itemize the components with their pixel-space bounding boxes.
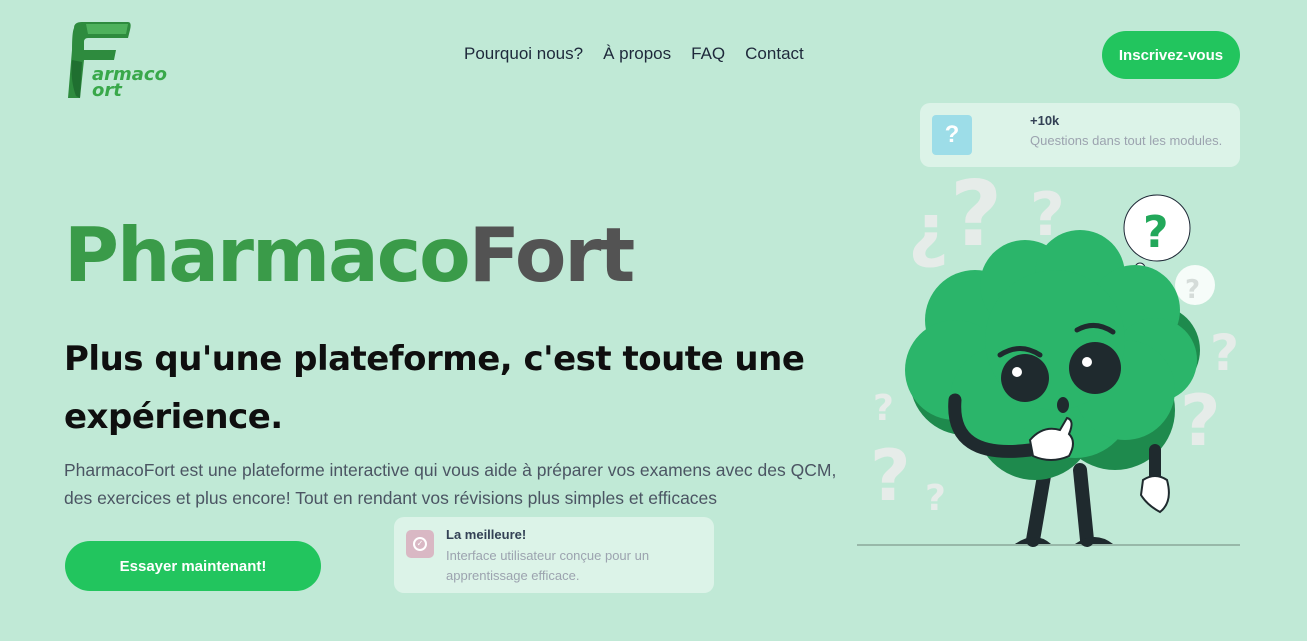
logo-wordmark-bottom: ort <box>92 80 122 101</box>
question-mark-inverted: ? <box>908 198 949 280</box>
try-now-button[interactable]: Essayer maintenant! <box>65 541 321 591</box>
best-feature-card: ✓ La meilleure! Interface utilisateur co… <box>394 517 714 593</box>
mascot-left-eye <box>1001 354 1049 402</box>
questions-caption: Questions dans tout les modules. <box>1030 133 1223 148</box>
main-nav: Pourquoi nous? À propos FAQ Contact <box>464 44 804 64</box>
questions-count: +10k <box>1030 113 1060 128</box>
question-mark-left-3: ? <box>925 478 946 519</box>
nav-link-faq[interactable]: FAQ <box>691 44 725 64</box>
nav-link-about[interactable]: À propos <box>603 44 671 64</box>
question-mark-left-1: ? <box>870 435 911 517</box>
mascot-right-eye <box>1069 342 1121 394</box>
best-feature-text: Interface utilisateur conçue pour un app… <box>446 548 650 583</box>
signup-button[interactable]: Inscrivez-vous <box>1102 31 1240 79</box>
question-mark-right-2: ? <box>1180 380 1221 462</box>
mascot-left-leg <box>1026 463 1052 547</box>
hero-title-gray: Fort <box>468 211 636 299</box>
mascot-mouth <box>1057 397 1069 413</box>
thought-bubble-question: ? <box>1143 207 1169 258</box>
hero-subtitle: Plus qu'une plateforme, c'est toute une … <box>64 339 805 437</box>
question-mark-left-2: ? <box>873 388 894 429</box>
hero-description: PharmacoFort est une plateforme interact… <box>64 460 837 508</box>
brand-logo[interactable]: armaco ort <box>66 20 182 102</box>
question-icon: ? <box>932 115 972 155</box>
thinking-brain-mascot-illustration: ? ? ? ? ? ? ? ? ? ? <box>857 162 1240 547</box>
check-circle-icon: ✓ <box>406 530 434 558</box>
question-mark-large: ? <box>950 162 1002 267</box>
svg-text:?: ? <box>1185 275 1200 305</box>
nav-link-why-us[interactable]: Pourquoi nous? <box>464 44 583 64</box>
hero-title-green: Pharmaco <box>64 211 471 299</box>
mascot-right-leg <box>1073 463 1094 547</box>
logo-mark-icon <box>68 22 131 98</box>
hero-title: PharmacoFort <box>64 210 636 300</box>
nav-link-contact[interactable]: Contact <box>745 44 804 64</box>
question-mark-right-1: ? <box>1210 324 1239 382</box>
best-feature-title: La meilleure! <box>446 527 527 542</box>
mascot-right-glove <box>1139 475 1170 514</box>
